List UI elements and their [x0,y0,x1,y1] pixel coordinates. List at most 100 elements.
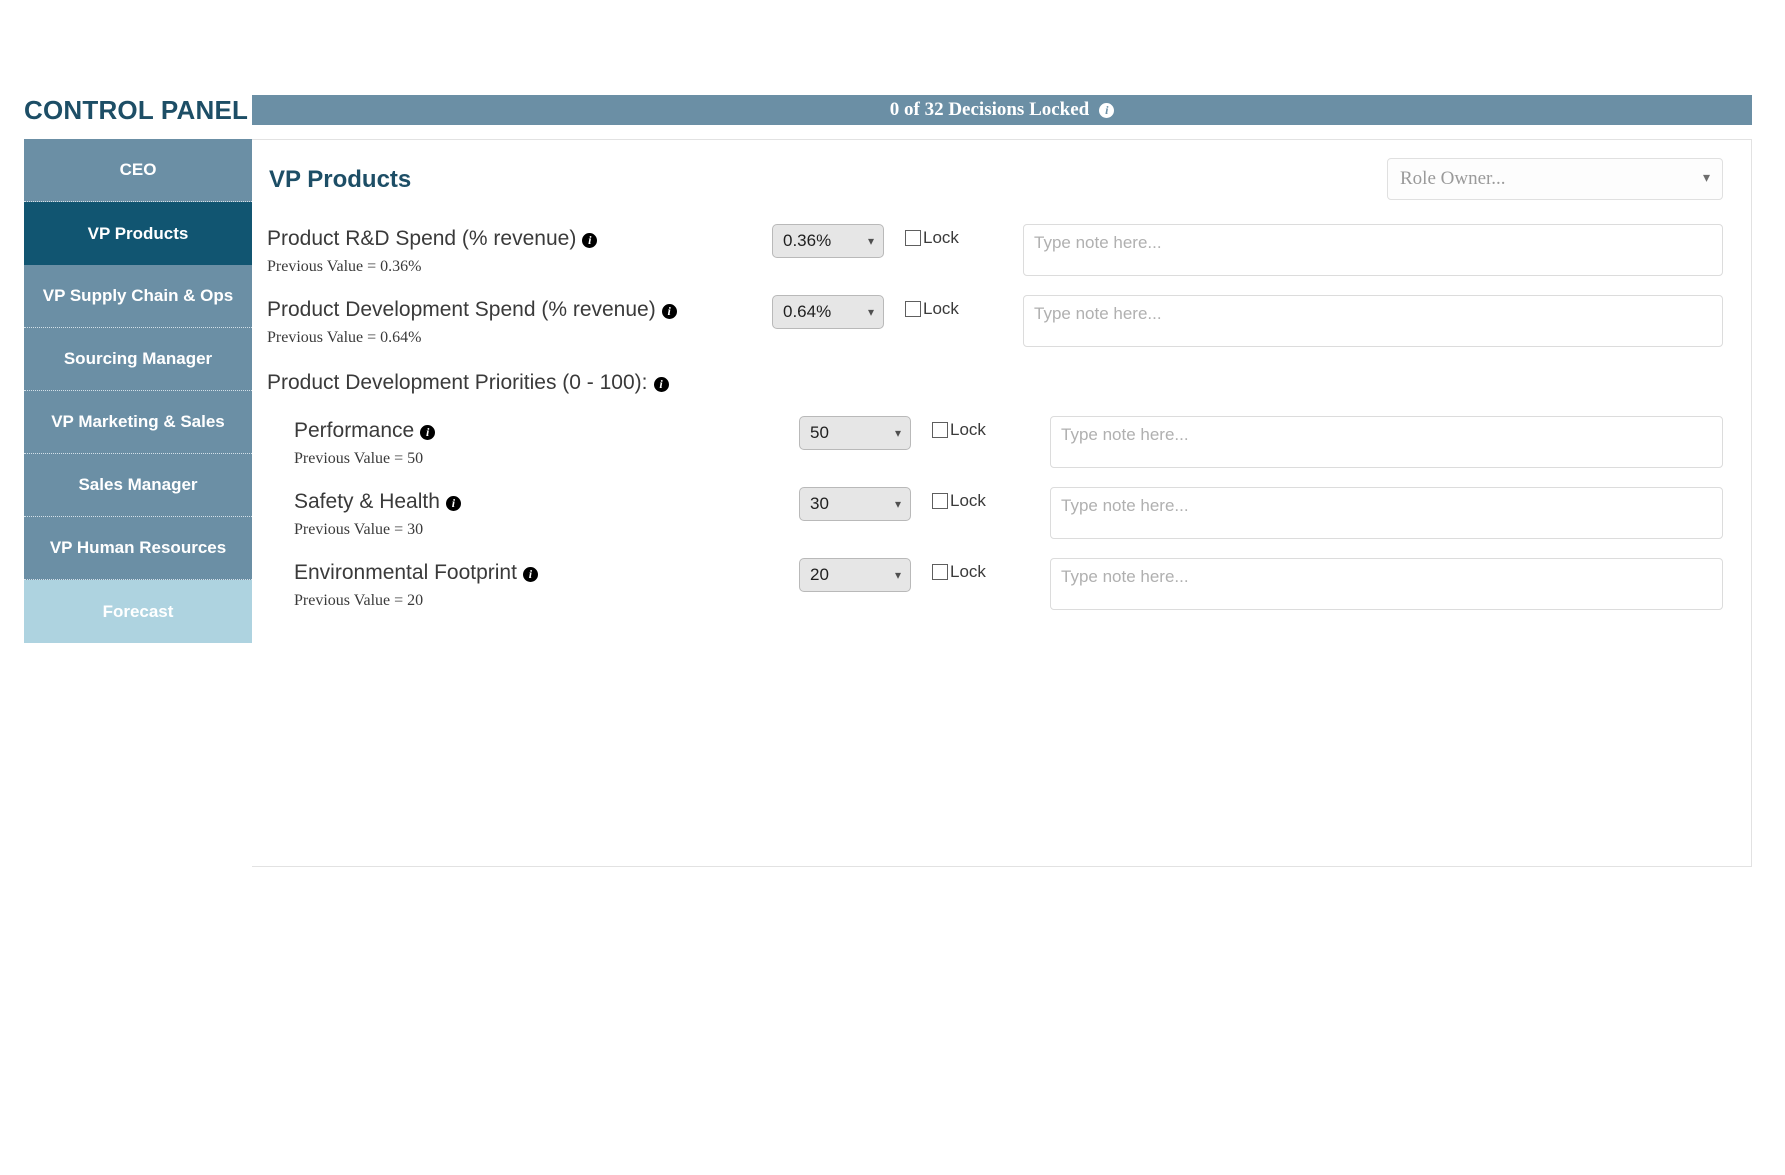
chevron-down-icon: ▾ [867,234,874,248]
main-layout: CEO VP Products VP Supply Chain & Ops Sourc… [0,139,1785,867]
decision-label-text: Performance [294,419,415,442]
note-column [1050,558,1723,615]
top-bar: CONTROL PANEL 0 of 32 Decisions Locked i [0,95,1785,125]
decision-label: Safety & Health i [294,489,799,515]
info-icon[interactable]: i [522,567,538,582]
lock-checkbox[interactable] [932,493,948,509]
note-column [1023,295,1723,352]
sidebar-item-sourcing-manager[interactable]: Sourcing Manager [24,328,252,391]
decision-label: Product R&D Spend (% revenue) i [267,226,772,252]
value-select-column: 0.36% ▾ [772,224,905,258]
decision-label-text: Environmental Footprint [294,561,517,584]
lock-label: Lock [923,299,959,318]
sidebar-item-vp-products[interactable]: VP Products [24,202,252,265]
decision-label: Product Development Spend (% revenue) i [267,297,772,323]
decision-row: Performance i Previous Value = 50 50 ▾ Lock [267,416,1723,473]
info-icon[interactable]: i [420,425,436,440]
previous-value-text: Previous Value = 30 [294,521,424,538]
decision-rows: Product R&D Spend (% revenue) i Previous V… [267,224,1723,615]
chevron-down-icon: ▾ [867,305,874,319]
decision-label: Performance i [294,418,799,444]
sidebar-item-vp-marketing-sales[interactable]: VP Marketing & Sales [24,391,252,454]
sidebar-item-forecast[interactable]: Forecast [24,580,252,643]
sidebar-item-label: VP Human Resources [49,538,227,557]
sidebar-item-label: VP Supply Chain & Ops [42,286,234,305]
decision-value-select-environmental-footprint[interactable]: 20 ▾ [799,558,911,592]
lock-status-info-icon[interactable]: i [1099,102,1115,118]
role-owner-select[interactable]: Role Owner... ▾ [1387,158,1723,200]
decision-panel: VP Products Role Owner... ▾ Product R&D … [252,139,1752,867]
lock-label: Lock [950,562,986,581]
note-input[interactable] [1050,416,1723,468]
sidebar-item-label: Sales Manager [78,475,198,494]
lock-column: Lock [932,487,1050,511]
lock-checkbox[interactable] [932,564,948,580]
sidebar-item-vp-supply-chain-ops[interactable]: VP Supply Chain & Ops [24,265,252,328]
lock-column: Lock [932,558,1050,582]
decision-label-text: Safety & Health [294,490,440,513]
decision-value: 50 [810,423,829,442]
decision-row: Safety & Health i Previous Value = 30 30 ▾ Lo… [267,487,1723,544]
note-input[interactable] [1050,558,1723,610]
panel-title: VP Products [269,166,412,193]
note-column [1050,487,1723,544]
decision-label-column: Performance i Previous Value = 50 [267,416,799,468]
lock-checkbox[interactable] [932,422,948,438]
chevron-down-icon: ▾ [894,568,901,582]
value-select-column: 50 ▾ [799,416,932,450]
role-sidebar: CEO VP Products VP Supply Chain & Ops Sourc… [24,139,252,643]
chevron-down-icon: ▾ [1702,171,1710,186]
note-input[interactable] [1023,224,1723,276]
lock-label: Lock [923,228,959,247]
decision-value-select-safety-health[interactable]: 30 ▾ [799,487,911,521]
decision-value-select-product-development-spend-revenue[interactable]: 0.64% ▾ [772,295,884,329]
decision-label-column: Product R&D Spend (% revenue) i Previous V… [267,224,772,276]
sidebar-item-sales-manager[interactable]: Sales Manager [24,454,252,517]
sidebar-item-vp-human-resources[interactable]: VP Human Resources [24,517,252,580]
decision-value: 20 [810,565,829,584]
sidebar-item-label: VP Marketing & Sales [51,412,225,431]
value-select-column: 30 ▾ [799,487,932,521]
sidebar-item-label: VP Products [87,223,189,243]
decision-row: Product R&D Spend (% revenue) i Previous V… [267,224,1723,281]
decision-value-select-product-r-d-spend-revenue[interactable]: 0.36% ▾ [772,224,884,258]
sidebar-item-label: CEO [119,160,157,179]
info-icon[interactable]: i [445,496,461,511]
info-icon[interactable]: i [653,377,669,392]
previous-value-text: Previous Value = 0.64% [267,329,422,346]
section-heading: Product Development Priorities (0 - 100)… [267,370,1723,396]
note-input[interactable] [1023,295,1723,347]
lock-checkbox[interactable] [905,301,921,317]
lock-column: Lock [905,295,1023,319]
value-select-column: 20 ▾ [799,558,932,592]
previous-value-text: Previous Value = 20 [294,592,424,609]
value-select-column: 0.64% ▾ [772,295,905,329]
decision-value-select-performance[interactable]: 50 ▾ [799,416,911,450]
decision-value: 0.64% [783,302,832,321]
note-column [1050,416,1723,473]
info-icon[interactable]: i [661,304,677,319]
lock-status-banner: 0 of 32 Decisions Locked i [252,95,1752,125]
lock-label: Lock [950,420,986,439]
note-column [1023,224,1723,281]
lock-checkbox[interactable] [905,230,921,246]
decision-label-text: Product Development Spend (% revenue) [267,298,656,321]
lock-label: Lock [950,491,986,510]
decision-value: 0.36% [783,231,832,250]
previous-value-text: Previous Value = 0.36% [267,258,422,275]
role-owner-selected-value: Role Owner... [1400,168,1506,189]
chevron-down-icon: ▾ [894,497,901,511]
page-title: CONTROL PANEL [24,95,249,125]
section-heading-text: Product Development Priorities (0 - 100)… [267,371,648,394]
decision-label-column: Safety & Health i Previous Value = 30 [267,487,799,539]
sidebar-item-label: Forecast [102,601,174,621]
lock-status-text: 0 of 32 Decisions Locked [889,99,1090,120]
decision-label-column: Product Development Spend (% revenue) i Pr… [267,295,772,347]
info-icon[interactable]: i [582,233,598,248]
lock-column: Lock [932,416,1050,440]
sidebar-item-ceo[interactable]: CEO [24,139,252,202]
note-input[interactable] [1050,487,1723,539]
decision-value: 30 [810,494,829,513]
chevron-down-icon: ▾ [894,426,901,440]
lock-column: Lock [905,224,1023,248]
